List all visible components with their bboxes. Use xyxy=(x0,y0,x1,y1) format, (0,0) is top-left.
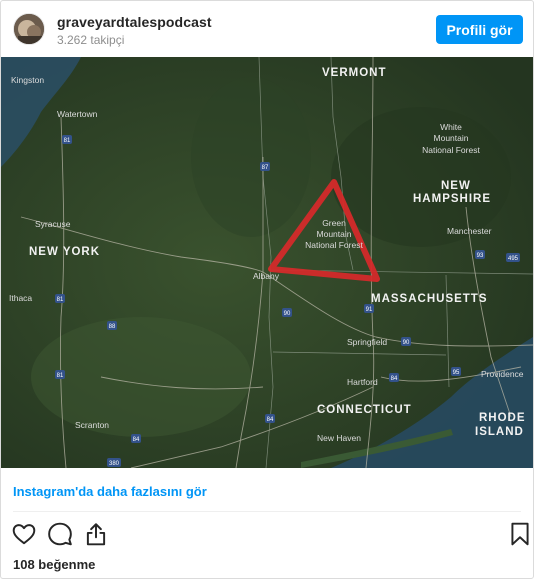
heart-icon[interactable] xyxy=(11,521,37,547)
shield-95: 95 xyxy=(451,367,461,376)
shield-495: 495 xyxy=(506,253,520,262)
shield-81c: 81 xyxy=(55,370,65,379)
shield-81b: 81 xyxy=(55,294,65,303)
label-springfield: Springfield xyxy=(347,337,387,347)
comment-icon[interactable] xyxy=(47,521,73,547)
label-scranton: Scranton xyxy=(75,420,109,430)
username[interactable]: graveyardtalespodcast xyxy=(57,14,212,30)
shield-84c: 84 xyxy=(389,373,399,382)
svg-text:84: 84 xyxy=(133,437,140,443)
label-connecticut: CONNECTICUT xyxy=(317,404,412,416)
label-hartford: Hartford xyxy=(347,377,378,387)
label-green-mountain-1: Green xyxy=(322,218,346,228)
label-manchester: Manchester xyxy=(447,226,492,236)
avatar[interactable] xyxy=(13,13,45,45)
svg-text:81: 81 xyxy=(57,297,64,303)
label-new-hampshire-2: HAMPSHIRE xyxy=(413,193,491,205)
label-white-mountain-1: White xyxy=(440,122,462,132)
svg-text:90: 90 xyxy=(284,311,291,317)
label-massachusetts: MASSACHUSETTS xyxy=(371,293,488,305)
label-albany: Albany xyxy=(253,271,280,281)
svg-text:93: 93 xyxy=(477,253,484,259)
follower-count: 3.262 takipçi xyxy=(57,33,125,47)
like-count[interactable]: 108 beğenme xyxy=(13,557,95,572)
shield-88: 88 xyxy=(107,321,117,330)
svg-text:81: 81 xyxy=(57,373,64,379)
instagram-embed-card: graveyardtalespodcast 3.262 takipçi Prof… xyxy=(0,0,534,579)
svg-text:495: 495 xyxy=(508,256,519,262)
post-header: graveyardtalespodcast 3.262 takipçi Prof… xyxy=(1,1,533,57)
bookmark-icon[interactable] xyxy=(507,521,533,547)
label-green-mountain-2: Mountain xyxy=(317,229,352,239)
label-rhode-island-2: ISLAND xyxy=(475,426,524,438)
svg-text:90: 90 xyxy=(403,340,410,346)
shield-91: 91 xyxy=(364,304,374,313)
view-profile-button[interactable]: Profili gör xyxy=(436,15,523,44)
shield-93: 93 xyxy=(475,250,485,259)
svg-text:87: 87 xyxy=(262,165,269,171)
shield-90b: 90 xyxy=(401,337,411,346)
shield-84b: 84 xyxy=(131,434,141,443)
svg-text:95: 95 xyxy=(453,370,460,376)
svg-text:380: 380 xyxy=(109,461,120,467)
share-icon[interactable] xyxy=(83,521,109,547)
svg-text:88: 88 xyxy=(109,324,116,330)
svg-text:91: 91 xyxy=(366,307,373,313)
post-image-map[interactable]: 81 87 81 88 90 91 90 81 84 84 84 93 495 … xyxy=(1,57,533,468)
label-ithaca: Ithaca xyxy=(9,293,32,303)
label-watertown: Watertown xyxy=(57,109,98,119)
shield-84a: 84 xyxy=(265,414,275,423)
label-new-haven: New Haven xyxy=(317,433,361,443)
shield-87: 87 xyxy=(260,162,270,171)
label-syracuse: Syracuse xyxy=(35,219,71,229)
shield-90a: 90 xyxy=(282,308,292,317)
shield-380: 380 xyxy=(107,458,121,467)
label-rhode-island-1: RHODE xyxy=(479,412,526,424)
divider xyxy=(13,511,521,512)
shield-81a: 81 xyxy=(62,135,72,144)
action-bar xyxy=(1,517,533,553)
label-white-mountain-2: Mountain xyxy=(434,133,469,143)
label-green-mountain-3: National Forest xyxy=(305,240,363,250)
svg-text:84: 84 xyxy=(267,417,274,423)
northeast-map: 81 87 81 88 90 91 90 81 84 84 84 93 495 … xyxy=(1,57,533,468)
svg-text:81: 81 xyxy=(64,138,71,144)
view-more-on-instagram-link[interactable]: Instagram'da daha fazlasını gör xyxy=(13,484,207,499)
label-new-york: NEW YORK xyxy=(29,246,100,258)
label-new-hampshire-1: NEW xyxy=(441,180,471,192)
svg-text:84: 84 xyxy=(391,376,398,382)
label-white-mountain-3: National Forest xyxy=(422,145,480,155)
label-vermont: VERMONT xyxy=(322,67,387,79)
label-kingston: Kingston xyxy=(11,75,44,85)
label-providence: Providence xyxy=(481,369,524,379)
